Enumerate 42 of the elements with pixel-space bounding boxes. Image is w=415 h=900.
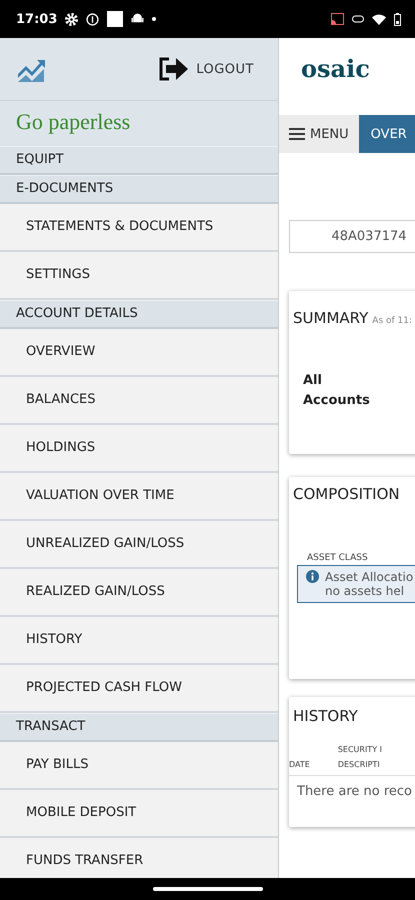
section-header: EQUIPT: [0, 146, 278, 175]
tab[interactable]: OVER: [358, 115, 415, 153]
menu-item[interactable]: PAY BILLS: [0, 742, 278, 790]
column-header: DATE: [289, 760, 310, 769]
circle-icon: [86, 12, 100, 26]
column-header: ASSET CLASS: [307, 553, 369, 563]
menu-button[interactable]: MENU: [279, 115, 359, 153]
empty-message: There are no reco: [296, 783, 414, 799]
section-header: TRANSACT: [0, 713, 278, 742]
status-time: 17:03: [16, 12, 58, 26]
menu-item[interactable]: HISTORY: [0, 617, 278, 665]
card-title: COMPOSITION: [293, 485, 401, 503]
card-title: HISTORY: [293, 707, 359, 725]
column-header: DESCRIPTI: [338, 760, 381, 769]
menu-item[interactable]: STATEMENTS & DOCUMENTS: [0, 204, 278, 252]
menu-item[interactable]: REALIZED GAIN/LOSS: [0, 569, 278, 617]
column-header: SECURITY I: [338, 745, 382, 754]
menu-item[interactable]: BALANCES: [0, 377, 278, 425]
logout-button[interactable]: LOGOUT: [147, 56, 264, 82]
menu-item[interactable]: HOLDINGS: [0, 425, 278, 473]
wifi-icon: [372, 14, 386, 24]
link-icon: [352, 15, 364, 23]
menu-item[interactable]: OVERVIEW: [0, 329, 278, 377]
section-header: E-DOCUMENTS: [0, 175, 278, 204]
menu-item[interactable]: UNREALIZED GAIN/LOSS: [0, 521, 278, 569]
card-title: SUMMARY: [293, 309, 368, 327]
home-handle[interactable]: [152, 887, 262, 891]
cast-icon: [331, 13, 344, 25]
menu-item[interactable]: MOBILE DEPOSIT: [0, 790, 278, 838]
menu-icon: [289, 128, 305, 140]
scope-label: All Accounts: [303, 372, 371, 410]
as-of-text: As of 11:: [372, 316, 412, 326]
section-header: ACCOUNT DETAILS: [0, 300, 278, 329]
square-icon: [107, 11, 124, 27]
battery-icon: [394, 12, 401, 26]
account-field[interactable]: 48A037174: [289, 220, 415, 253]
info-icon: [306, 570, 319, 583]
gear-icon: [65, 12, 78, 26]
dot-icon: [152, 17, 156, 21]
notice-text: Asset Allocatio no assets hel: [325, 570, 414, 598]
logo: osaic: [300, 53, 371, 85]
menu-item[interactable]: VALUATION OVER TIME: [0, 473, 278, 521]
